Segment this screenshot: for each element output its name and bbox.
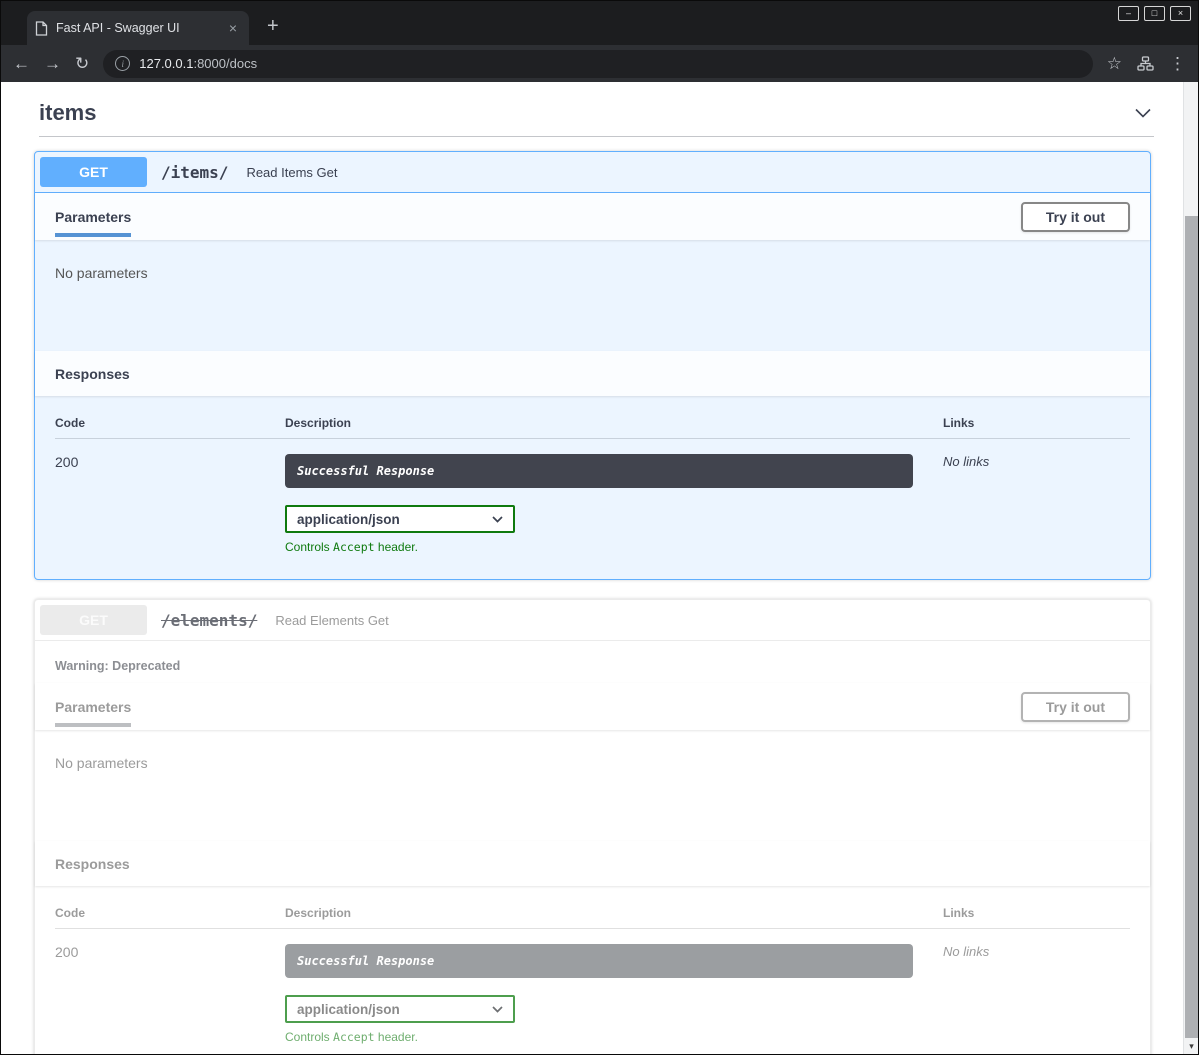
select-chevron-icon: [492, 1006, 503, 1013]
url-text: 127.0.0.1:8000/docs: [139, 56, 257, 71]
toolbar-right: ☆ ⋮: [1107, 55, 1186, 72]
responses-header: Responses: [35, 841, 1150, 886]
response-description: Successful Response: [285, 454, 913, 488]
tab-strip: Fast API - Swagger UI × +: [1, 1, 1198, 45]
url-path: :8000/docs: [193, 56, 257, 71]
minimize-button[interactable]: –: [1118, 6, 1139, 21]
browser-tab[interactable]: Fast API - Swagger UI ×: [27, 11, 249, 45]
description-column-header: Description: [285, 416, 943, 439]
forward-icon[interactable]: →: [44, 55, 61, 72]
response-description-cell: Successful Response application/json Con…: [285, 944, 943, 1044]
media-type-select[interactable]: application/json: [285, 995, 515, 1023]
links-column-header: Links: [943, 416, 1130, 439]
description-column-header: Description: [285, 906, 943, 929]
swagger-page: items GET /items/ Read Items Get Paramet…: [1, 82, 1198, 1054]
new-tab-button[interactable]: +: [261, 14, 285, 38]
responses-table-head: Code Description Links: [55, 416, 1130, 439]
responses-title: Responses: [55, 856, 130, 872]
parameters-tab[interactable]: Parameters: [55, 209, 131, 225]
response-row: 200 Successful Response application/json…: [55, 929, 1130, 1044]
tab-title: Fast API - Swagger UI: [56, 21, 217, 35]
method-badge: GET: [40, 157, 147, 187]
back-icon[interactable]: ←: [13, 55, 30, 72]
response-description: Successful Response: [285, 944, 913, 978]
responses-title: Responses: [55, 366, 130, 382]
scrollbar-thumb[interactable]: [1185, 216, 1198, 1038]
method-badge: GET: [40, 605, 147, 635]
scrollbar-track[interactable]: ▾: [1183, 82, 1198, 1054]
responses-table-head: Code Description Links: [55, 906, 1130, 929]
responses-table: Code Description Links 200 Successful Re…: [35, 886, 1150, 1054]
parameters-body: No parameters: [35, 730, 1150, 841]
endpoint-path: /items/: [147, 163, 238, 182]
browser-toolbar: ← → ↻ i 127.0.0.1:8000/docs ☆ ⋮: [1, 45, 1198, 82]
code-column-header: Code: [55, 416, 285, 439]
no-parameters-text: No parameters: [55, 265, 1130, 281]
opblock-get-items: GET /items/ Read Items Get Parameters Tr…: [34, 151, 1151, 580]
links-column-header: Links: [943, 906, 1130, 929]
browser-window: Fast API - Swagger UI × + – □ × ← → ↻ i …: [0, 0, 1199, 1055]
window-controls: – □ ×: [1118, 6, 1191, 21]
sites-icon[interactable]: [1137, 56, 1154, 71]
tag-title: items: [39, 100, 96, 126]
url-host: 127.0.0.1: [139, 56, 193, 71]
parameters-tab[interactable]: Parameters: [55, 699, 131, 715]
opblock-summary[interactable]: GET /items/ Read Items Get: [35, 152, 1150, 193]
tag-section-header[interactable]: items: [39, 100, 1154, 137]
parameters-header: Parameters Try it out: [35, 683, 1150, 730]
opblock-get-elements-deprecated: GET /elements/ Read Elements Get Warning…: [34, 599, 1151, 1054]
maximize-button[interactable]: □: [1144, 6, 1165, 21]
response-row: 200 Successful Response application/json…: [55, 439, 1130, 554]
tab-close-icon[interactable]: ×: [225, 19, 241, 37]
media-type-value: application/json: [297, 1002, 400, 1017]
media-type-select[interactable]: application/json: [285, 505, 515, 533]
endpoint-summary: Read Items Get: [238, 165, 337, 180]
response-links: No links: [943, 454, 1130, 554]
responses-header: Responses: [35, 351, 1150, 396]
document-favicon-icon: [35, 21, 48, 36]
menu-kebab-icon[interactable]: ⋮: [1169, 55, 1186, 72]
response-description-cell: Successful Response application/json Con…: [285, 454, 943, 554]
chevron-down-icon[interactable]: [1132, 102, 1154, 124]
deprecated-warning: Warning: Deprecated: [35, 641, 1150, 683]
endpoint-summary: Read Elements Get: [267, 613, 388, 628]
reload-icon[interactable]: ↻: [75, 55, 89, 72]
close-button[interactable]: ×: [1170, 6, 1191, 21]
select-chevron-icon: [492, 516, 503, 523]
opblock-summary[interactable]: GET /elements/ Read Elements Get: [35, 600, 1150, 641]
code-column-header: Code: [55, 906, 285, 929]
site-info-icon[interactable]: i: [115, 56, 130, 71]
accept-header-note: Controls Accept header.: [285, 540, 943, 554]
response-code: 200: [55, 944, 285, 1044]
responses-table: Code Description Links 200 Successful Re…: [35, 396, 1150, 579]
parameters-body: No parameters: [35, 240, 1150, 351]
titlebar: Fast API - Swagger UI × + – □ ×: [1, 1, 1198, 45]
try-it-out-button[interactable]: Try it out: [1021, 202, 1130, 232]
endpoint-path: /elements/: [147, 611, 267, 630]
parameters-header: Parameters Try it out: [35, 193, 1150, 240]
response-code: 200: [55, 454, 285, 554]
address-bar[interactable]: i 127.0.0.1:8000/docs: [103, 50, 1093, 78]
no-parameters-text: No parameters: [55, 755, 1130, 771]
bookmark-star-icon[interactable]: ☆: [1107, 55, 1122, 72]
accept-header-note: Controls Accept header.: [285, 1030, 943, 1044]
media-type-value: application/json: [297, 512, 400, 527]
scroll-down-arrow-icon[interactable]: ▾: [1184, 1039, 1198, 1054]
response-links: No links: [943, 944, 1130, 1044]
try-it-out-button[interactable]: Try it out: [1021, 692, 1130, 722]
